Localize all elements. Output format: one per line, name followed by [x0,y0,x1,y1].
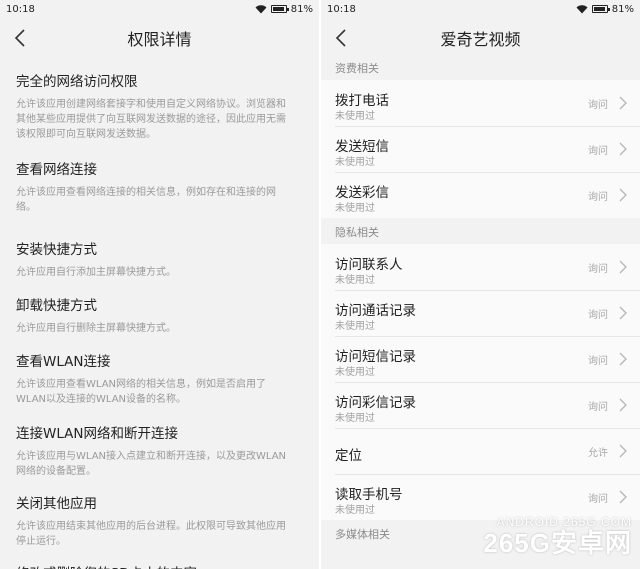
permission-row[interactable]: 发送短信未使用过 询问 [321,126,640,172]
permission-description: 允许该应用结束其他应用的后台进程。此权限可导致其他应用 [16,521,286,532]
title-bar: 权限详情 [0,18,319,58]
status-bar: 10:18 81% [0,0,319,18]
permission-setting: 询问 [588,146,608,157]
permission-description: WLAN以及连接的WLAN设备的名称。 [16,394,187,405]
usage-status: 未使用过 [335,275,375,286]
permission-title: 连接WLAN网络和断开连接 [16,426,179,442]
permission-detail-screen: 10:18 81% 权限详情 完全的网络访问权限允许该应用创建网络套接字和使用自… [0,0,319,569]
permission-setting: 询问 [588,356,608,367]
permission-row[interactable]: 定位 允许 [321,428,640,474]
status-bar: 10:18 81% [321,0,640,18]
permission-name: 定位 [335,448,362,464]
usage-status: 未使用过 [335,505,375,516]
usage-status: 未使用过 [335,321,375,332]
section-header: 隐私相关 [321,222,640,244]
permission-description: 允许该应用查看WLAN网络的相关信息，例如是否启用了 [16,379,267,390]
permission-title: 安装快捷方式 [16,242,97,258]
chevron-right-icon [618,259,628,274]
permission-setting: 询问 [588,100,608,111]
wifi-icon [576,4,588,14]
title-bar: 爱奇艺视频 [321,18,640,58]
permission-description: 其他某些应用提供了向互联网发送数据的途径，因此应用无需 [16,114,286,125]
permission-item: 完全的网络访问权限允许该应用创建网络套接字和使用自定义网络协议。浏览器和 其他某些… [0,74,319,142]
permission-description: 网络的设备配置。 [16,466,96,477]
usage-status: 未使用过 [335,367,375,378]
permission-description: 允许应用自行添加主屏幕快捷方式。 [16,267,176,278]
usage-status: 未使用过 [335,111,375,122]
permission-group: 访问联系人 未使用过 询问 访问通话记录 未使用过 询问 访问短信记录 未使用过 询问 访问彩信记… [321,244,640,520]
permission-name: 拨打电话 [335,93,389,109]
permission-description: 允许该应用与WLAN接入点建立和断开连接，以及更改WLAN [16,451,287,462]
permission-row[interactable]: 拨打电话未使用过 询问 [321,80,640,126]
permission-setting: 询问 [588,494,608,505]
permission-name: 访问彩信记录 [335,395,416,411]
chevron-right-icon [618,443,628,458]
permission-name: 访问联系人 [335,257,403,273]
section-header: 资费相关 [321,58,640,80]
permission-item: 查看WLAN连接允许该应用查看WLAN网络的相关信息，例如是否启用了 WLAN以及… [0,354,319,407]
section-header: 多媒体相关 [321,524,640,546]
permission-description: 停止运行。 [16,536,66,547]
permission-sections: 资费相关 拨打电话 未使用过 询问 发送短信 未使用过 询问 发送彩信 未使用过 询问 隐私相关 访问… [321,58,640,546]
chevron-right-icon [618,489,628,504]
permission-row[interactable]: 发送彩信未使用过 询问 [321,172,640,218]
permission-item: 关闭其他应用允许该应用结束其他应用的后台进程。此权限可导致其他应用 停止运行。 [0,496,319,549]
page-title: 权限详情 [127,30,192,49]
usage-status: 未使用过 [335,413,375,424]
battery-icon [270,5,289,13]
permission-row[interactable]: 读取手机号未使用过 询问 [321,474,640,520]
permission-group: 拨打电话 未使用过 询问 发送短信 未使用过 询问 发送彩信 未使用过 询问 [321,80,640,218]
back-arrow-icon[interactable] [10,27,32,49]
permission-description: 该权限即可向互联网发送数据。 [16,129,156,140]
permission-setting: 询问 [588,192,608,203]
status-time: 10:18 [6,3,35,15]
back-arrow-icon[interactable] [331,27,353,49]
permission-name: 访问通话记录 [335,303,416,319]
permission-title: 查看WLAN连接 [16,354,111,370]
usage-status: 未使用过 [335,157,375,168]
permission-row[interactable]: 访问联系人未使用过 询问 [321,244,640,290]
chevron-right-icon [618,187,628,202]
permission-row[interactable]: 访问通话记录未使用过 询问 [321,290,640,336]
permission-title: 关闭其他应用 [16,496,97,512]
permission-setting: 允许 [588,448,608,459]
usage-status: 未使用过 [335,203,375,214]
permission-setting: 询问 [588,402,608,413]
permission-title: 查看网络连接 [16,162,97,178]
permission-item: 卸载快捷方式允许应用自行删除主屏幕快捷方式。 [0,298,319,336]
permission-name: 访问短信记录 [335,349,416,365]
battery-percent: 81% [290,3,313,15]
permission-description: 络。 [16,202,36,213]
permission-item: 连接WLAN网络和断开连接允许该应用与WLAN接入点建立和断开连接，以及更改WL… [0,426,319,479]
page-title: 爱奇艺视频 [440,30,521,49]
permission-title: 完全的网络访问权限 [16,74,138,90]
app-permission-screen: 10:18 81% 爱奇艺视频 资费相关 拨打电话 未使用过 询问 发送短信 未使用过 询问… [321,0,640,569]
battery-percent: 81% [611,3,634,15]
permission-item: 安装快捷方式允许应用自行添加主屏幕快捷方式。 [0,242,319,280]
chevron-right-icon [618,351,628,366]
permission-name: 发送彩信 [335,185,389,201]
permission-description: 允许该应用创建网络套接字和使用自定义网络协议。浏览器和 [16,99,286,110]
chevron-right-icon [618,397,628,412]
chevron-right-icon [618,141,628,156]
permission-row[interactable]: 访问彩信记录未使用过 询问 [321,382,640,428]
permission-name: 发送短信 [335,139,389,155]
chevron-right-icon [618,95,628,110]
status-time: 10:18 [327,3,356,15]
permission-setting: 询问 [588,264,608,275]
permission-description: 允许应用自行删除主屏幕快捷方式。 [16,323,176,334]
permission-row[interactable]: 访问短信记录未使用过 询问 [321,336,640,382]
permission-description: 允许该应用查看网络连接的相关信息，例如存在和连接的网 [16,187,276,198]
battery-icon [591,5,610,13]
permission-title: 卸载快捷方式 [16,298,97,314]
permission-name: 读取手机号 [335,487,403,503]
chevron-right-icon [618,305,628,320]
permission-item: 查看网络连接允许该应用查看网络连接的相关信息，例如存在和连接的网 络。 [0,162,319,215]
permission-setting: 询问 [588,310,608,321]
wifi-icon [255,4,267,14]
